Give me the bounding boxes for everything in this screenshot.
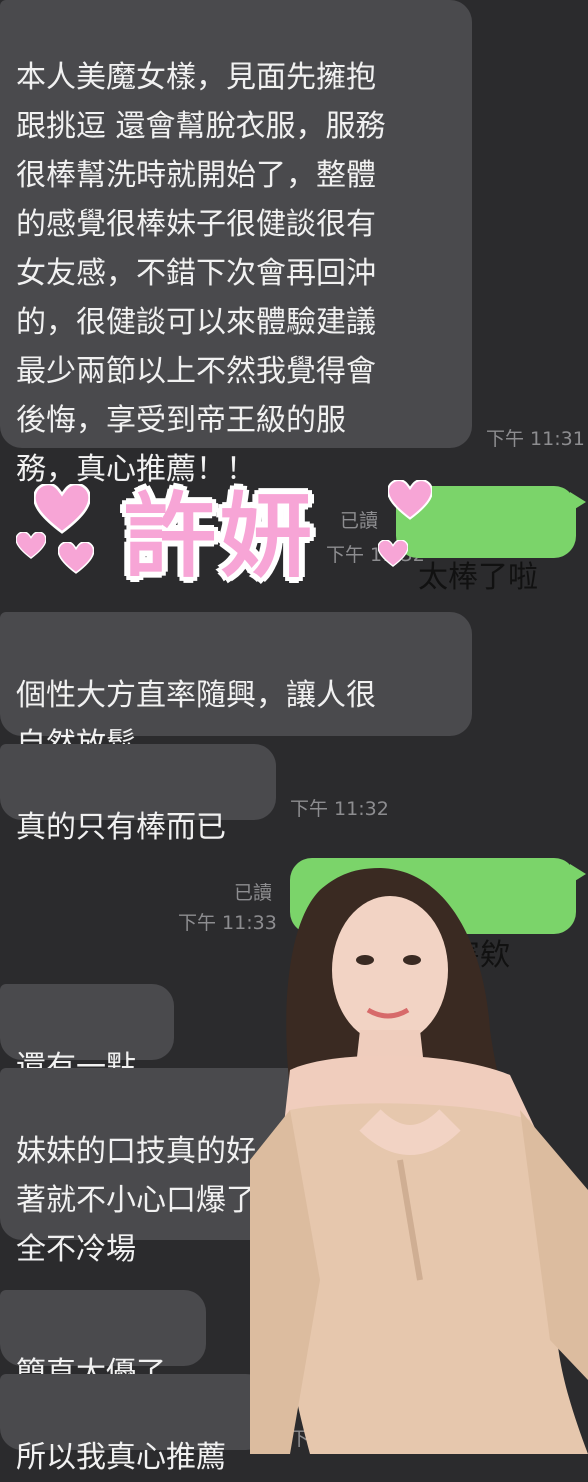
message-text: 本人美魔女樣，見面先擁抱 跟挑逗 還會幫脫衣服，服務 很棒幫洗時就開始了，整體 … <box>16 60 386 487</box>
read-receipt: 已讀 <box>340 510 379 532</box>
message-text: 所以我真心推薦 <box>16 1440 226 1475</box>
model-photo <box>250 868 588 1454</box>
message-bubble-7[interactable]: 所以我真心推薦 <box>0 1374 268 1475</box>
message-text: 真的只有棒而已 <box>16 810 226 845</box>
message-text: 太棒了啦 <box>418 560 538 595</box>
heart-icon <box>34 484 90 534</box>
heart-icon <box>378 540 408 567</box>
message-bubble-1[interactable]: 本人美魔女樣，見面先擁抱 跟挑逗 還會幫脫衣服，服務 很棒幫洗時就開始了，整體 … <box>0 0 472 487</box>
message-bubble-6[interactable]: 簡直太優了 <box>0 1290 206 1391</box>
message-timestamp: 下午 11:31 <box>486 428 585 450</box>
heart-icon <box>388 480 432 520</box>
heart-icon <box>16 532 46 559</box>
message-timestamp: 下午 11:32 <box>290 798 389 820</box>
message-bubble-3[interactable]: 真的只有棒而已 <box>0 744 276 845</box>
message-bubble-4[interactable]: 還有一點 <box>0 984 174 1085</box>
message-bubble-2[interactable]: 個性大方直率隨興，讓人很 自然放鬆 <box>0 612 472 762</box>
message-text: 妹妹的口技真的好 著就不小心口爆了 全不冷場 <box>16 1134 256 1267</box>
heart-icon <box>58 542 94 574</box>
name-sticker: 許妍 <box>124 483 317 590</box>
